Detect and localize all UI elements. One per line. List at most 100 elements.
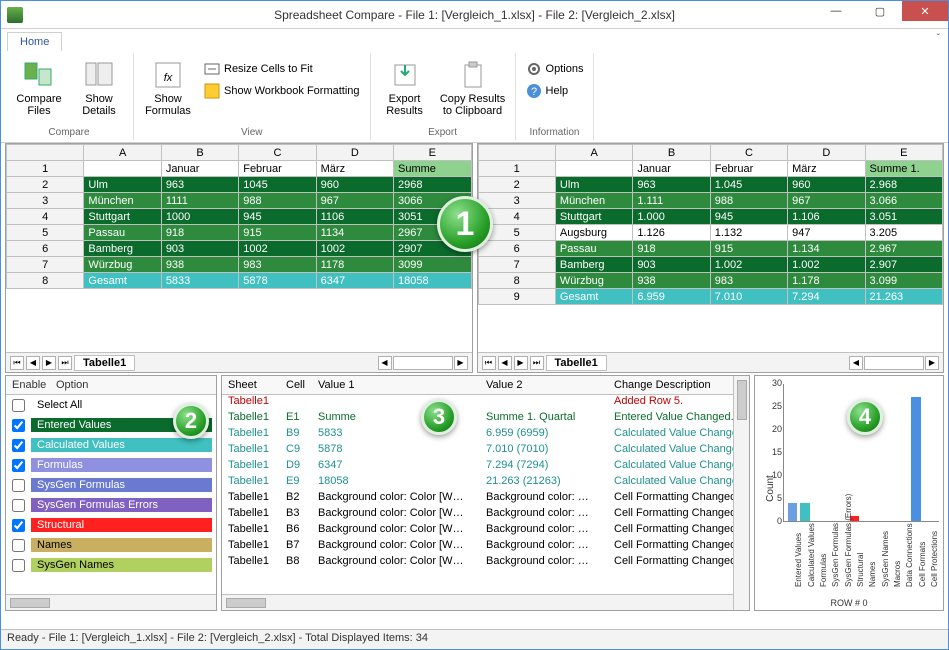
compare-files-button[interactable]: Compare Files	[11, 55, 67, 117]
svg-text:fx: fx	[164, 72, 173, 84]
option-row[interactable]: Structural	[6, 515, 216, 535]
option-label: Formulas	[31, 458, 212, 472]
chart-xtick: Formulas	[819, 554, 828, 587]
diff-row[interactable]: Tabelle1B6Background color: Color [W…Bac…	[222, 523, 733, 539]
tab-home[interactable]: Home	[7, 32, 62, 51]
sheet-pane-left: ABCDE1JanuarFebruarMärzSumme2Ulm96310459…	[5, 143, 473, 373]
option-checkbox[interactable]	[12, 519, 25, 532]
option-checkbox[interactable]	[12, 539, 25, 552]
grid-left[interactable]: ABCDE1JanuarFebruarMärzSumme2Ulm96310459…	[6, 144, 472, 352]
first-sheet-button[interactable]: ⏮	[482, 356, 496, 370]
option-checkbox[interactable]	[12, 399, 25, 412]
diff-col-v2: Value 2	[480, 376, 608, 394]
diff-pane: Sheet Cell Value 1 Value 2 Change Descri…	[221, 375, 750, 611]
diff-row[interactable]: Tabelle1E91805821.263 (21263)Calculated …	[222, 475, 733, 491]
maximize-button[interactable]: ▢	[858, 1, 902, 21]
diff-list[interactable]: Tabelle1Added Row 5.Tabelle1E1SummeSumme…	[222, 395, 733, 594]
option-row[interactable]: Formulas	[6, 455, 216, 475]
diff-row[interactable]: Tabelle1B958336.959 (6959)Calculated Val…	[222, 427, 733, 443]
option-row[interactable]: SysGen Formulas Errors	[6, 495, 216, 515]
clipboard-icon	[457, 59, 489, 91]
chart-bar	[911, 397, 920, 521]
option-row[interactable]: Names	[6, 535, 216, 555]
first-sheet-button[interactable]: ⏮	[10, 356, 24, 370]
option-label: Calculated Values	[31, 438, 212, 452]
annotation-badge-1: 1	[437, 196, 493, 252]
next-sheet-button[interactable]: ▶	[514, 356, 528, 370]
svg-text:?: ?	[530, 86, 536, 98]
sheet-tab[interactable]: Tabelle1	[74, 355, 135, 371]
help-icon: ?	[526, 83, 542, 99]
compare-files-icon	[23, 59, 55, 91]
last-sheet-button[interactable]: ⏭	[58, 356, 72, 370]
export-results-button[interactable]: Export Results	[377, 55, 433, 117]
option-checkbox[interactable]	[12, 559, 25, 572]
formatting-icon	[204, 83, 220, 99]
chart-xtick: Cell Formats	[918, 542, 927, 587]
copy-results-button[interactable]: Copy Results to Clipboard	[437, 55, 509, 117]
chart-xtick: Entered Values	[794, 533, 803, 587]
collapse-ribbon-icon[interactable]: ˇ	[937, 33, 940, 44]
export-icon	[389, 59, 421, 91]
option-label: SysGen Formulas Errors	[31, 498, 212, 512]
option-row[interactable]: SysGen Formulas	[6, 475, 216, 495]
option-checkbox[interactable]	[12, 479, 25, 492]
chart-bar	[800, 503, 809, 521]
diff-col-v1: Value 1	[312, 376, 480, 394]
scroll-left-button[interactable]: ◀	[849, 356, 863, 370]
gear-icon	[526, 61, 542, 77]
chart-xtick: Names	[868, 562, 877, 587]
option-row[interactable]: SysGen Names	[6, 555, 216, 575]
option-checkbox[interactable]	[12, 439, 25, 452]
chart-xtick: Calculated Values	[807, 523, 816, 587]
diff-row[interactable]: Tabelle1E1SummeSumme 1. QuartalEntered V…	[222, 411, 733, 427]
scroll-left-button[interactable]: ◀	[378, 356, 392, 370]
chart-xtick: SysGen Names	[881, 531, 890, 587]
help-button[interactable]: ? Help	[522, 81, 588, 101]
diff-col-sheet: Sheet	[222, 376, 280, 394]
ribbon: Compare Files Show Details Compare fx Sh…	[1, 51, 948, 143]
sheet-tabs-right: ⏮ ◀ ▶ ⏭ Tabelle1 ◀▶	[478, 352, 944, 372]
show-formatting-button[interactable]: Show Workbook Formatting	[200, 81, 364, 101]
lower-area: Enable Option Select AllEntered ValuesCa…	[1, 373, 948, 613]
resize-cells-icon	[204, 61, 220, 77]
diff-row[interactable]: Tabelle1B7Background color: Color [W…Bac…	[222, 539, 733, 555]
minimize-button[interactable]: —	[814, 1, 858, 21]
diff-row[interactable]: Tabelle1D963477.294 (7294)Calculated Val…	[222, 459, 733, 475]
next-sheet-button[interactable]: ▶	[42, 356, 56, 370]
show-details-icon	[83, 59, 115, 91]
diff-row[interactable]: Tabelle1B8Background color: Color [W…Bac…	[222, 555, 733, 571]
ribbon-group-view: fx Show Formulas Resize Cells to Fit Sho…	[134, 53, 371, 140]
diff-col-cell: Cell	[280, 376, 312, 394]
statusbar: Ready - File 1: [Vergleich_1.xlsx] - Fil…	[1, 629, 948, 649]
diff-row[interactable]: Tabelle1B2Background color: Color [W…Bac…	[222, 491, 733, 507]
sheet-pane-right: ABCDE1JanuarFebruarMärzSumme 1.2Ulm9631.…	[477, 143, 945, 373]
last-sheet-button[interactable]: ⏭	[530, 356, 544, 370]
prev-sheet-button[interactable]: ◀	[26, 356, 40, 370]
resize-cells-button[interactable]: Resize Cells to Fit	[200, 59, 364, 79]
annotation-badge-2: 2	[173, 403, 209, 439]
scroll-right-button[interactable]: ▶	[454, 356, 468, 370]
options-scroll-h[interactable]	[6, 594, 216, 610]
diff-scroll-h[interactable]	[222, 594, 733, 610]
diff-row[interactable]: Tabelle1C958787.010 (7010)Calculated Val…	[222, 443, 733, 459]
option-checkbox[interactable]	[12, 499, 25, 512]
prev-sheet-button[interactable]: ◀	[498, 356, 512, 370]
grid-right[interactable]: ABCDE1JanuarFebruarMärzSumme 1.2Ulm9631.…	[478, 144, 944, 352]
diff-row[interactable]: Tabelle1Added Row 5.	[222, 395, 733, 411]
option-label: Structural	[31, 518, 212, 532]
scroll-right-button[interactable]: ▶	[925, 356, 939, 370]
option-checkbox[interactable]	[12, 419, 25, 432]
options-col-enable: Enable	[6, 376, 50, 394]
sheet-tabs-left: ⏮ ◀ ▶ ⏭ Tabelle1 ◀▶	[6, 352, 472, 372]
app-icon	[7, 7, 23, 23]
annotation-badge-4: 4	[847, 399, 883, 435]
show-details-button[interactable]: Show Details	[71, 55, 127, 117]
option-checkbox[interactable]	[12, 459, 25, 472]
diff-scroll-v[interactable]	[733, 376, 749, 610]
options-button[interactable]: Options	[522, 59, 588, 79]
close-button[interactable]: ✕	[902, 1, 948, 21]
show-formulas-button[interactable]: fx Show Formulas	[140, 55, 196, 117]
sheet-tab[interactable]: Tabelle1	[546, 355, 607, 371]
diff-row[interactable]: Tabelle1B3Background color: Color [W…Bac…	[222, 507, 733, 523]
